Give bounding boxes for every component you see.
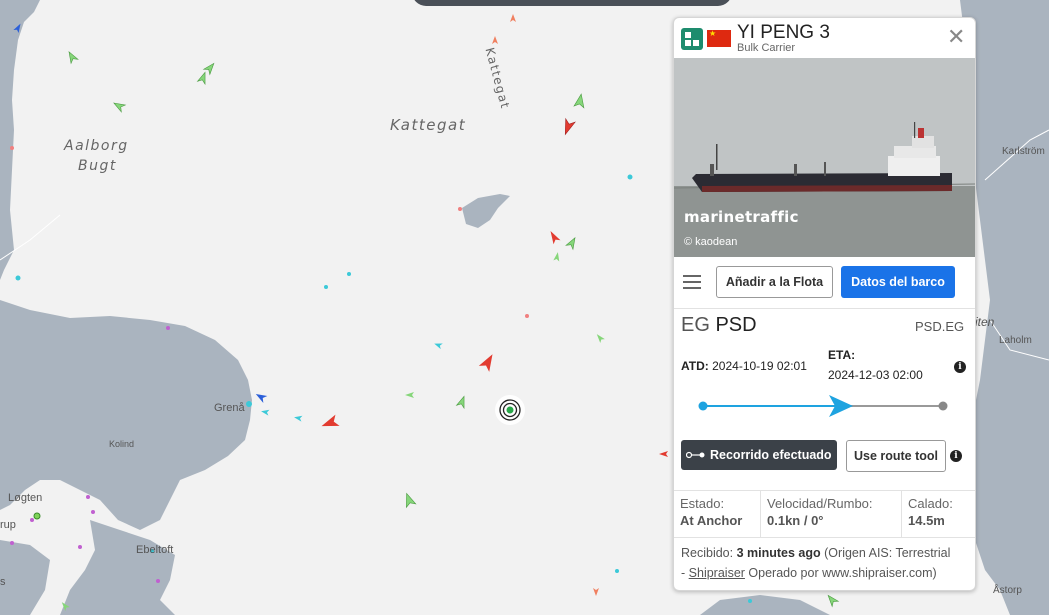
- vessel-stats: Estado: At Anchor Velocidad/Rumbo: 0.1kn…: [674, 490, 975, 538]
- vessel-dot[interactable]: [458, 207, 462, 211]
- vessel-dot[interactable]: [15, 275, 21, 281]
- vessel-info-panel: ★ YI PENG 3 Bulk Carrier ✕ marinetraffic…: [673, 17, 976, 591]
- status-label: Estado:: [680, 496, 725, 511]
- vessel-dot[interactable]: [86, 495, 90, 499]
- dash: -: [681, 566, 686, 580]
- eta-info-icon[interactable]: i: [954, 361, 966, 373]
- received-value: 3 minutes ago: [736, 546, 821, 560]
- vessel-dot[interactable]: [615, 569, 619, 573]
- bay-label-aalborg: Aalborg: [64, 138, 129, 154]
- place-label-rup: rup: [0, 519, 16, 531]
- place-label-astorp: Åstorp: [993, 585, 1022, 596]
- past-track-button[interactable]: Recorrido efectuado: [681, 440, 837, 470]
- route-tool-info-icon[interactable]: i: [950, 450, 962, 462]
- place-label-karlstrom: Karlström: [1002, 146, 1045, 157]
- provider-link[interactable]: Shipraiser: [689, 566, 745, 580]
- place-label-kolind: Kolind: [109, 439, 135, 449]
- vessel-dot[interactable]: [156, 579, 160, 583]
- vessel-dot[interactable]: [10, 146, 14, 150]
- photo-credit: © kaodean: [684, 236, 738, 248]
- close-icon[interactable]: ✕: [947, 26, 965, 48]
- status-value: At Anchor: [680, 513, 743, 528]
- vessel-dot[interactable]: [10, 541, 14, 545]
- atd-label: ATD:: [681, 359, 709, 373]
- destination-port[interactable]: PSD: [715, 314, 756, 336]
- add-to-fleet-button[interactable]: Añadir a la Flota: [716, 266, 833, 298]
- vessel-photo[interactable]: marinetraffic © kaodean: [674, 58, 975, 257]
- place-label-iten: iten: [975, 315, 995, 329]
- place-label-s: s: [0, 576, 6, 588]
- place-label-grena: Grenå: [214, 402, 245, 414]
- progress-start-dot: [698, 401, 708, 411]
- received-label: Recibido:: [681, 546, 734, 560]
- route-tool-button[interactable]: Use route tool: [846, 440, 946, 472]
- place-label-laholm: Laholm: [999, 335, 1032, 346]
- atd-block: ATD: 2024-10-19 02:01: [681, 359, 807, 373]
- vessel-dot[interactable]: [627, 174, 633, 180]
- atd-value: 2024-10-19 02:01: [712, 359, 807, 373]
- panel-header: ★ YI PENG 3 Bulk Carrier ✕: [674, 18, 975, 58]
- place-label-logten: Løgten: [8, 492, 43, 504]
- status-cell: Estado: At Anchor: [674, 491, 760, 537]
- departure-port[interactable]: EG: [681, 314, 710, 336]
- past-track-label: Recorrido efectuado: [710, 448, 832, 462]
- vessel-dot[interactable]: [525, 314, 529, 318]
- speed-label: Velocidad/Rumbo:: [767, 496, 873, 511]
- top-search-bar[interactable]: [412, 0, 732, 6]
- vessel-dot[interactable]: [748, 599, 752, 603]
- draught-label: Calado:: [908, 496, 953, 511]
- vessel-dot[interactable]: [91, 510, 95, 514]
- ais-footer: Recibido: 3 minutes ago (Origen AIS: Ter…: [681, 543, 971, 583]
- eta-value: 2024-12-03 02:00: [828, 368, 923, 382]
- vessel-dot[interactable]: [33, 512, 41, 520]
- flag-china-icon: ★: [707, 30, 731, 47]
- photo-watermark: marinetraffic: [684, 208, 799, 226]
- speed-cell: Velocidad/Rumbo: 0.1kn / 0°: [761, 491, 901, 537]
- voyage-progress-bar: [698, 395, 948, 417]
- ais-source: (Origen AIS: Terrestrial: [824, 546, 951, 560]
- bay-label-bugt: Bugt: [78, 158, 117, 174]
- vessel-dot[interactable]: [30, 518, 34, 522]
- draught-cell: Calado: 14.5m: [902, 491, 975, 537]
- vessel-dot[interactable]: [324, 285, 328, 289]
- vessel-dot[interactable]: [347, 272, 351, 276]
- operated-by: Operado por www.shipraiser.com): [748, 566, 937, 580]
- ship-data-button[interactable]: Datos del barco: [841, 266, 955, 298]
- route-code: PSD.EG: [915, 319, 965, 334]
- vessel-name: YI PENG 3: [737, 22, 830, 43]
- vessel-dot[interactable]: [246, 401, 252, 407]
- vessel-dot[interactable]: [78, 545, 82, 549]
- marinetraffic-logo-icon: [681, 28, 703, 50]
- sea-label-kattegat: Kattegat: [390, 116, 467, 134]
- route-ports: EG PSD: [681, 314, 757, 337]
- selected-vessel-target[interactable]: [495, 395, 525, 425]
- vessel-dot[interactable]: [166, 326, 170, 330]
- eta-label: ETA:: [828, 348, 856, 362]
- speed-value: 0.1kn / 0°: [767, 513, 824, 528]
- track-icon: [686, 451, 705, 459]
- progress-end-dot: [938, 401, 948, 411]
- ship-illustration: [674, 58, 975, 257]
- action-bar: Añadir a la Flota Datos del barco: [674, 258, 975, 309]
- hamburger-menu-icon[interactable]: [683, 275, 701, 293]
- draught-value: 14.5m: [908, 513, 945, 528]
- place-label-ebeltoft: Ebeltoft: [136, 544, 174, 556]
- vessel-type: Bulk Carrier: [737, 42, 796, 54]
